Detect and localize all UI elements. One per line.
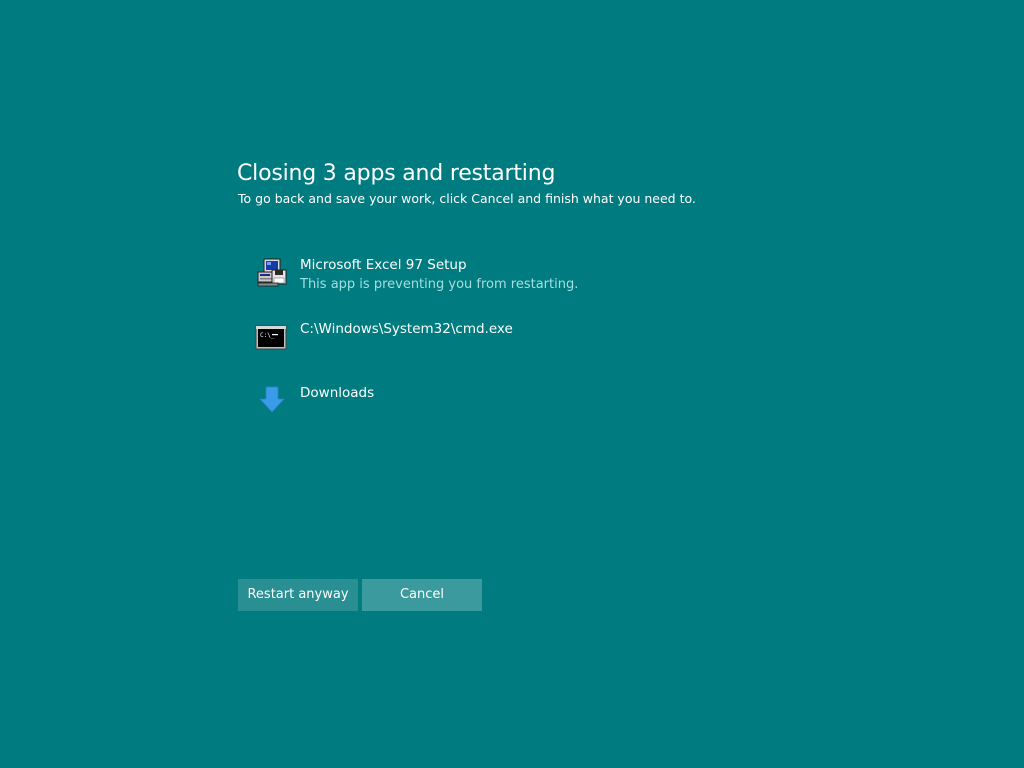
- button-bar: Restart anyway Cancel: [238, 579, 486, 611]
- app-text: C:\Windows\System32\cmd.exe: [300, 320, 513, 338]
- app-text: Microsoft Excel 97 Setup This app is pre…: [300, 256, 578, 294]
- restart-anyway-button[interactable]: Restart anyway: [238, 579, 358, 611]
- app-text: Downloads: [300, 384, 374, 402]
- installer-icon: [257, 258, 287, 287]
- svg-text:C:\_: C:\_: [260, 332, 275, 339]
- dialog-title: Closing 3 apps and restarting: [237, 161, 556, 186]
- download-arrow-icon: [259, 386, 285, 413]
- app-status: This app is preventing you from restarti…: [300, 277, 579, 292]
- list-item-excel-setup: Microsoft Excel 97 Setup This app is pre…: [255, 256, 815, 320]
- app-name: Microsoft Excel 97 Setup: [300, 257, 467, 273]
- dialog-subtitle: To go back and save your work, click Can…: [238, 191, 696, 206]
- app-name: Downloads: [300, 385, 375, 401]
- list-item-cmd: C:\_ C:\Windows\System32\cmd.exe: [255, 320, 815, 384]
- restart-dialog: Closing 3 apps and restarting To go back…: [237, 160, 857, 611]
- command-prompt-icon: C:\_: [255, 325, 287, 350]
- app-list: Microsoft Excel 97 Setup This app is pre…: [255, 256, 815, 448]
- app-name: C:\Windows\System32\cmd.exe: [300, 321, 513, 337]
- list-item-downloads: Downloads: [255, 384, 815, 448]
- cancel-button[interactable]: Cancel: [362, 579, 482, 611]
